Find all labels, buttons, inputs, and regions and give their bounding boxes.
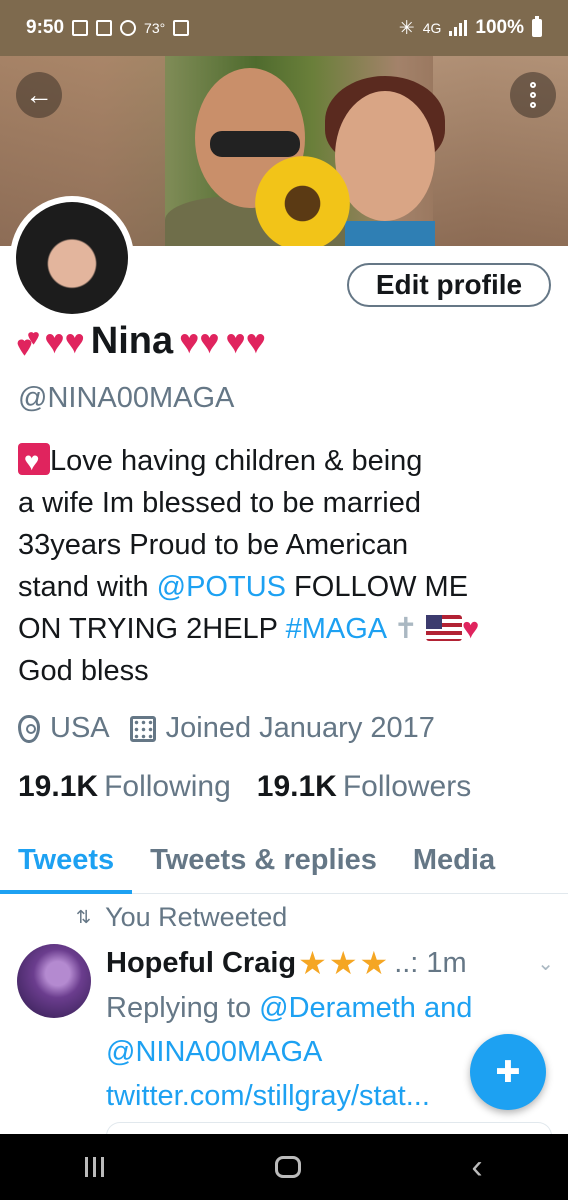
notification-news-icon xyxy=(72,20,89,36)
tab-media[interactable]: Media xyxy=(395,836,513,893)
heart-emoji-icon: ♥♥ xyxy=(179,322,220,361)
edit-profile-button[interactable]: Edit profile xyxy=(347,263,551,307)
calendar-icon xyxy=(129,715,156,742)
bio-line: stand with xyxy=(18,571,149,603)
status-bar: 9:50 73° ✳ 4G 100% xyxy=(0,0,568,56)
back-button[interactable]: ← xyxy=(16,72,62,118)
mention-nina-link[interactable]: @NINA00MAGA xyxy=(106,1036,322,1068)
profile-meta: USA Joined January 2017 xyxy=(18,712,435,745)
tweet-author-suffix: ..: xyxy=(394,946,419,979)
bio-line: Love having children & being xyxy=(50,445,423,477)
replying-to-label: Replying to xyxy=(106,992,252,1024)
back-arrow-icon: ← xyxy=(25,79,53,110)
profile-handle: @NINA00MAGA xyxy=(18,382,235,414)
mention-derameth-link[interactable]: @Derameth xyxy=(259,992,416,1024)
display-name: Nina xyxy=(90,320,174,362)
status-battery: 100% xyxy=(475,17,524,38)
profile-location: USA xyxy=(50,712,110,744)
signal-icon xyxy=(449,20,468,36)
profile-joined: Joined January 2017 xyxy=(165,712,435,744)
replying-and-label: and xyxy=(424,992,473,1024)
following-label: Following xyxy=(104,770,231,803)
retweet-icon: ⇅ xyxy=(76,907,92,927)
star-emoji-icon: ★ xyxy=(328,945,358,981)
status-temperature: 73° xyxy=(144,20,166,36)
profile-stats: 19.1K Following 19.1K Followers xyxy=(18,770,471,804)
cross-emoji-icon: ✝ xyxy=(393,613,418,645)
profile-avatar[interactable] xyxy=(10,196,134,320)
heart-emoji-icon: ♥♥ xyxy=(44,322,85,361)
us-flag-icon xyxy=(425,615,462,641)
followers-link[interactable]: 19.1K Followers xyxy=(257,770,471,804)
notification-app-icon xyxy=(120,20,137,36)
tweet-author-avatar[interactable] xyxy=(17,944,91,1018)
compose-tweet-button[interactable]: ✚ xyxy=(470,1034,546,1110)
more-options-button[interactable] xyxy=(510,72,556,118)
bio-line: God bless xyxy=(18,655,149,687)
maga-hashtag-link[interactable]: #MAGA xyxy=(286,613,386,645)
followers-count: 19.1K xyxy=(256,770,337,803)
heart-emoji-icon: 💕︎ xyxy=(18,322,39,361)
profile-bio: Love having children & being a wife Im b… xyxy=(18,440,553,692)
status-network: 4G xyxy=(422,20,442,36)
system-back-button[interactable]: ‹ xyxy=(471,1150,482,1184)
profile-name: 💕︎ ♥♥ Nina ♥♥ ♥♥ xyxy=(18,320,266,363)
location-pin-icon xyxy=(18,714,40,743)
profile-tabs: Tweets Tweets & replies Media xyxy=(0,836,568,894)
tweet-time: 1m xyxy=(426,946,467,979)
tab-tweets-and-replies[interactable]: Tweets & replies xyxy=(132,836,395,893)
tweet-author-name[interactable]: Hopeful Craig xyxy=(106,947,296,980)
potus-mention-link[interactable]: @POTUS xyxy=(157,571,286,603)
heart-letter-icon xyxy=(18,440,50,482)
bio-line: 33years Proud to be American xyxy=(18,529,409,561)
tab-tweets[interactable]: Tweets xyxy=(0,836,133,894)
following-link[interactable]: 19.1K Following xyxy=(18,770,231,804)
recents-button[interactable] xyxy=(85,1157,105,1177)
notification-news-icon xyxy=(96,20,113,36)
home-button[interactable] xyxy=(274,1156,301,1178)
status-time: 9:50 xyxy=(26,17,65,38)
more-vertical-icon xyxy=(530,82,536,108)
tweet-header: Hopeful Craig ★ ★ ★ ..: 1m ⌄ xyxy=(106,944,554,982)
notification-image-icon xyxy=(173,20,190,36)
compose-tweet-icon: ✚ xyxy=(495,1055,521,1089)
bio-line: a wife Im blessed to be married xyxy=(18,487,421,519)
star-emoji-icon: ★ xyxy=(298,945,327,981)
android-nav-bar: ‹ xyxy=(0,1134,568,1200)
following-count: 19.1K xyxy=(18,770,99,803)
followers-label: Followers xyxy=(342,770,472,803)
bio-line: ON TRYING 2HELP xyxy=(18,613,278,645)
heart-emoji-icon: ♥♥ xyxy=(225,322,266,361)
bluetooth-icon: ✳ xyxy=(398,17,415,39)
retweet-label: You Retweeted xyxy=(105,902,288,932)
battery-icon xyxy=(532,16,542,37)
bio-line: FOLLOW ME xyxy=(285,571,469,603)
retweet-indicator: ⇅ You Retweeted xyxy=(76,902,287,933)
red-heart-icon: ♥ xyxy=(461,613,480,645)
star-emoji-icon: ★ xyxy=(359,945,389,981)
tweet-url-link[interactable]: twitter.com/stillgray/stat... xyxy=(106,1080,430,1112)
chevron-down-icon[interactable]: ⌄ xyxy=(537,951,554,976)
